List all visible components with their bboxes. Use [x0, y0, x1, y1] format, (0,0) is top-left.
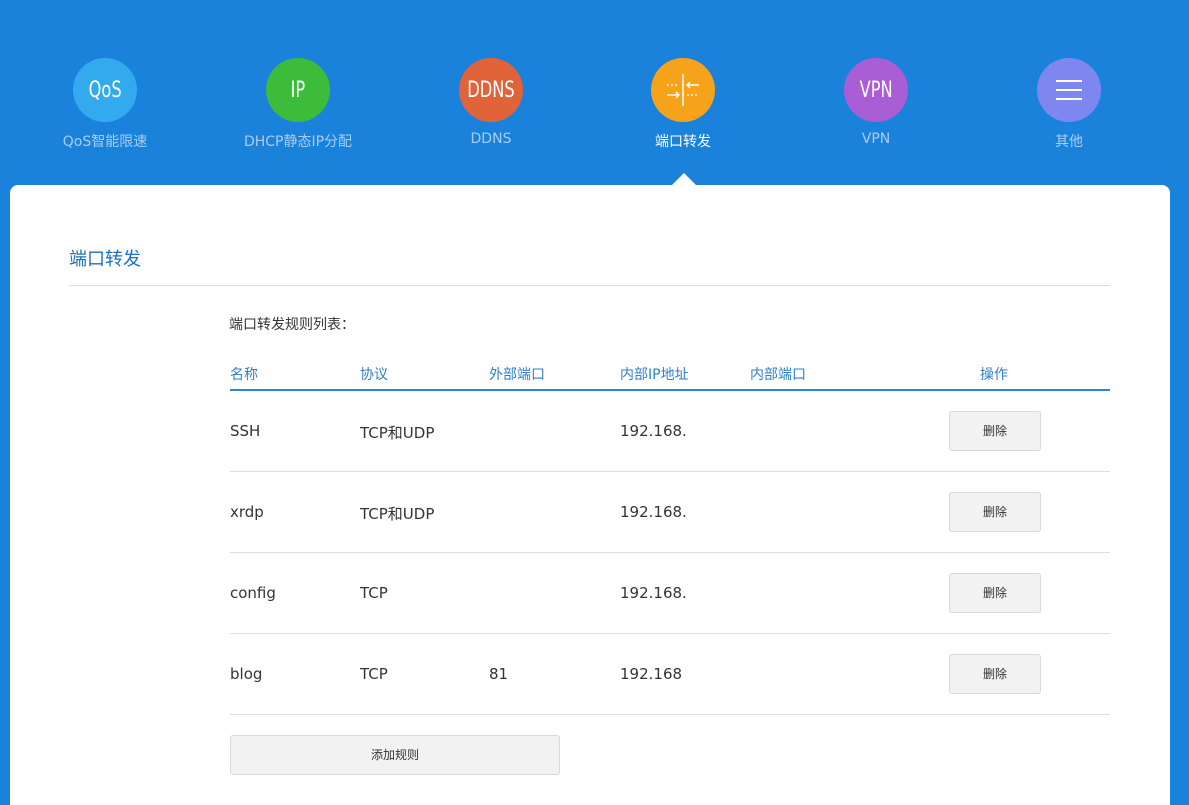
rule-internal-ip: 192.168. — [620, 503, 687, 521]
rule-name: SSH — [230, 422, 261, 440]
col-external-port: 外部端口 — [489, 367, 545, 383]
ddns-icon: DDNS — [459, 58, 523, 122]
rule-protocol: TCP — [360, 665, 388, 683]
nav-label-vpn: VPN — [861, 131, 891, 147]
nav-label-dhcp: DHCP静态IP分配 — [243, 134, 353, 150]
vpn-icon: VPN — [844, 58, 908, 122]
nav-label-qos: QoS智能限速 — [62, 134, 148, 150]
nav-item-other[interactable]: 其他 — [994, 58, 1144, 151]
nav-item-ddns[interactable]: DDNS DDNS — [416, 58, 566, 147]
table-row: config TCP 192.168. 删除 — [230, 553, 1110, 634]
rule-name: xrdp — [230, 503, 264, 521]
rule-protocol: TCP — [360, 584, 388, 602]
delete-button[interactable]: 删除 — [949, 492, 1041, 532]
nav-item-port-forward[interactable]: 端口转发 — [608, 58, 758, 151]
menu-icon — [1037, 58, 1101, 122]
rule-internal-ip: 192.168 — [620, 665, 683, 683]
table-row: blog TCP 81 192.168 删除 — [230, 634, 1110, 715]
table-header: 名称 协议 外部端口 内部IP地址 内部端口 操作 — [230, 360, 1110, 391]
top-nav: QoS QoS智能限速 IP DHCP静态IP分配 DDNS DDNS 端口转发 — [0, 0, 1189, 185]
delete-button[interactable]: 删除 — [949, 411, 1041, 451]
nav-item-vpn[interactable]: VPN VPN — [801, 58, 951, 147]
col-action: 操作 — [980, 367, 1008, 383]
rule-protocol: TCP和UDP — [360, 505, 435, 523]
qos-icon: QoS — [73, 58, 137, 122]
port-forward-icon — [651, 58, 715, 122]
col-internal-ip: 内部IP地址 — [620, 367, 689, 383]
rule-name: blog — [230, 665, 263, 683]
delete-button[interactable]: 删除 — [949, 573, 1041, 613]
table-row: SSH TCP和UDP 192.168. 删除 — [230, 391, 1110, 472]
add-rule-button[interactable]: 添加规则 — [230, 735, 560, 775]
delete-button[interactable]: 删除 — [949, 654, 1041, 694]
rule-internal-ip: 192.168. — [620, 422, 687, 440]
nav-item-qos[interactable]: QoS QoS智能限速 — [30, 58, 180, 151]
rule-name: config — [230, 584, 276, 602]
ip-icon: IP — [266, 58, 330, 122]
rules-table: 名称 协议 外部端口 内部IP地址 内部端口 操作 SSH TCP和UDP 19… — [230, 360, 1110, 715]
col-protocol: 协议 — [360, 367, 388, 383]
rule-internal-ip: 192.168. — [620, 584, 687, 602]
nav-item-dhcp-static-ip[interactable]: IP DHCP静态IP分配 — [223, 58, 373, 151]
col-name: 名称 — [230, 367, 258, 383]
title-divider — [69, 285, 1110, 286]
rule-external-port: 81 — [489, 665, 509, 683]
page-title: 端口转发 — [69, 249, 141, 270]
rule-protocol: TCP和UDP — [360, 424, 435, 442]
nav-label-ddns: DDNS — [470, 131, 512, 147]
content-panel: 端口转发 端口转发规则列表： 名称 协议 外部端口 内部IP地址 内部端口 操作… — [10, 185, 1170, 805]
rules-list-caption: 端口转发规则列表： — [229, 317, 355, 333]
active-tab-pointer — [672, 173, 696, 185]
nav-label-other: 其他 — [1055, 134, 1083, 150]
table-row: xrdp TCP和UDP 192.168. 删除 — [230, 472, 1110, 553]
nav-label-port-forward: 端口转发 — [655, 134, 711, 150]
col-internal-port: 内部端口 — [750, 367, 806, 383]
